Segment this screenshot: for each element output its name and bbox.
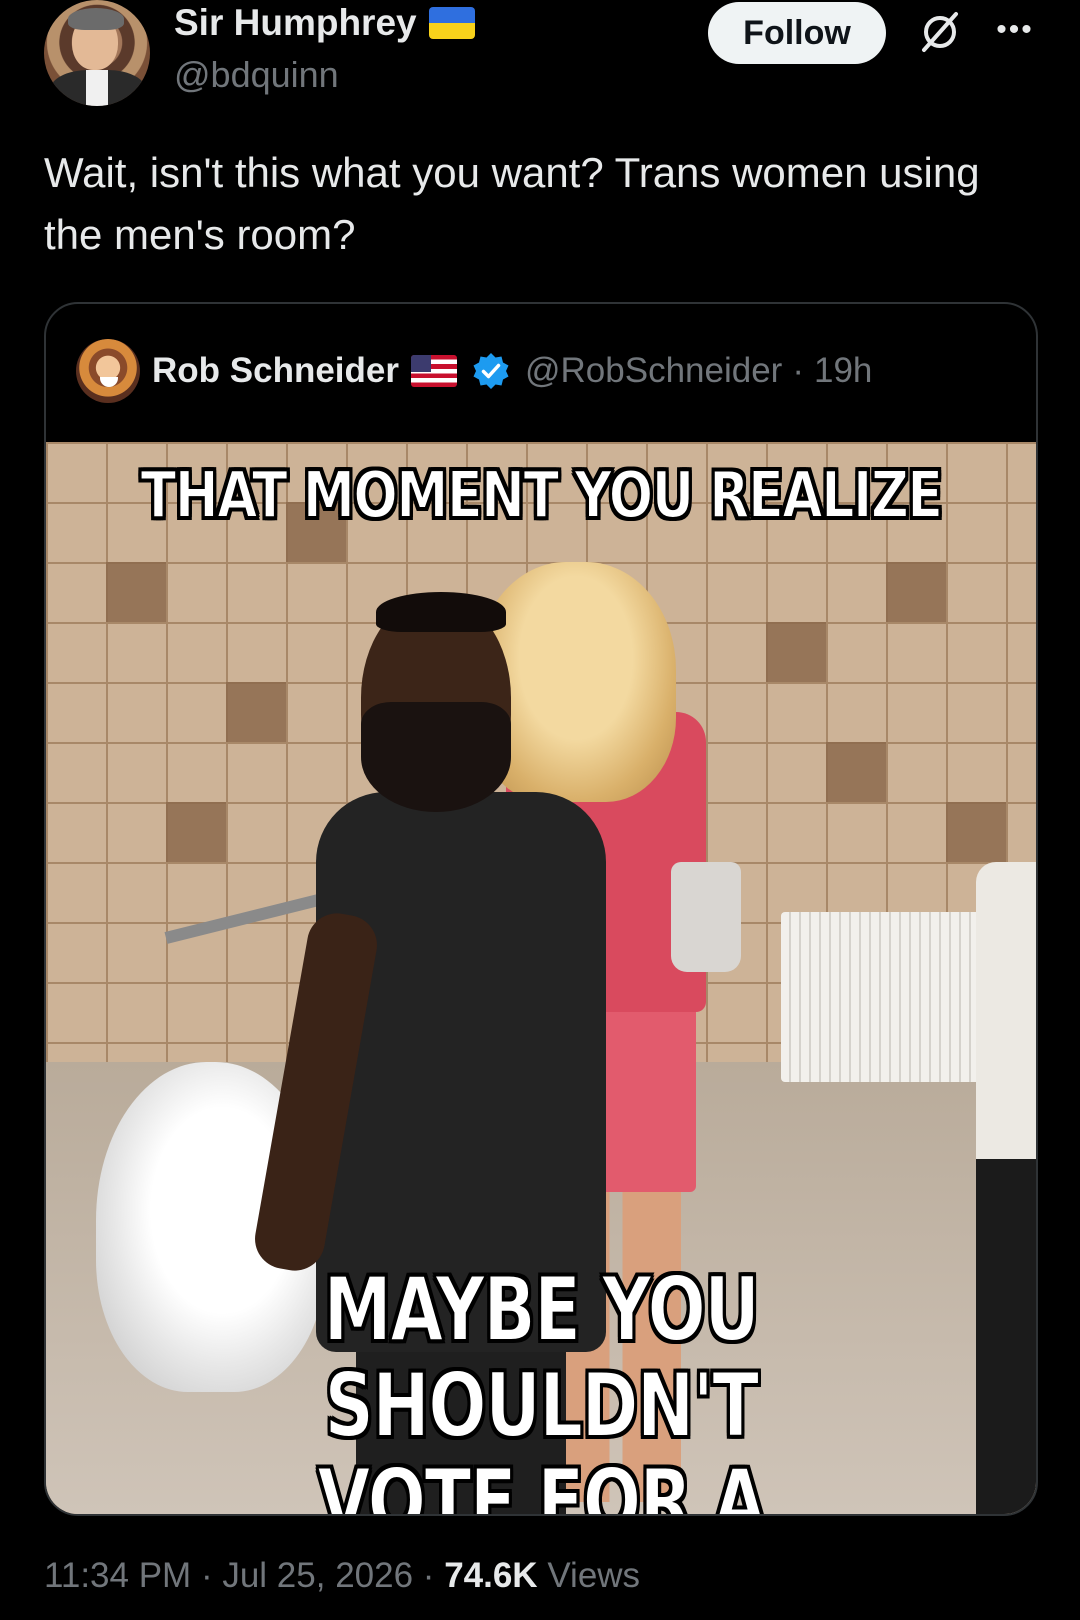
quoted-author-handle[interactable]: @RobSchneider: [525, 351, 782, 391]
quoted-tweet-card[interactable]: Rob Schneider @RobSchneider · 19h THAT M…: [44, 302, 1038, 1516]
meme-bottom-caption-line1: MAYBE YOU SHOULDN'T: [323, 1258, 761, 1457]
grok-icon[interactable]: [916, 8, 964, 56]
footer-separator: ·: [200, 1556, 213, 1595]
views-count: 74.6K: [444, 1556, 538, 1595]
tweet-header: Sir Humphrey @bdquinn Follow •••: [44, 0, 1044, 110]
usa-flag-icon: [410, 355, 457, 387]
author-handle[interactable]: @bdquinn: [174, 54, 339, 96]
meme-bottom-caption-line2: VOTE FOR A DEMOCRAT: [317, 1450, 768, 1515]
author-display-name[interactable]: Sir Humphrey: [174, 2, 475, 44]
quoted-separator: ·: [792, 351, 804, 390]
follow-button[interactable]: Follow: [708, 2, 886, 64]
meme-image[interactable]: THAT MOMENT YOU REALIZE MAYBE YOU SHOULD…: [46, 442, 1036, 1514]
quoted-timestamp[interactable]: 19h: [814, 351, 872, 391]
quoted-author-avatar[interactable]: [76, 339, 140, 403]
quoted-author-name[interactable]: Rob Schneider: [152, 351, 399, 391]
verified-badge-icon: [473, 353, 509, 389]
post-time[interactable]: 11:34 PM: [44, 1556, 191, 1595]
ukraine-flag-icon: [428, 7, 475, 39]
quoted-tweet-header: Rob Schneider @RobSchneider · 19h: [76, 336, 872, 406]
tweet-text: Wait, isn't this what you want? Trans wo…: [44, 149, 980, 258]
more-options-icon[interactable]: •••: [990, 15, 1040, 45]
author-name-text[interactable]: Sir Humphrey: [174, 2, 417, 44]
meme-bottom-caption: MAYBE YOU SHOULDN'T VOTE FOR A DEMOCRAT: [155, 1258, 927, 1515]
tweet-detail-page: Sir Humphrey @bdquinn Follow ••• Wait, i…: [0, 0, 1080, 1620]
post-date[interactable]: Jul 25, 2026: [222, 1556, 413, 1595]
author-avatar[interactable]: [44, 0, 150, 106]
tweet-meta-footer: 11:34 PM · Jul 25, 2026 · 74.6K Views: [44, 1556, 640, 1596]
meme-top-caption: THAT MOMENT YOU REALIZE: [140, 459, 944, 533]
views-label: Views: [547, 1556, 641, 1595]
footer-separator-2: ·: [422, 1556, 435, 1595]
